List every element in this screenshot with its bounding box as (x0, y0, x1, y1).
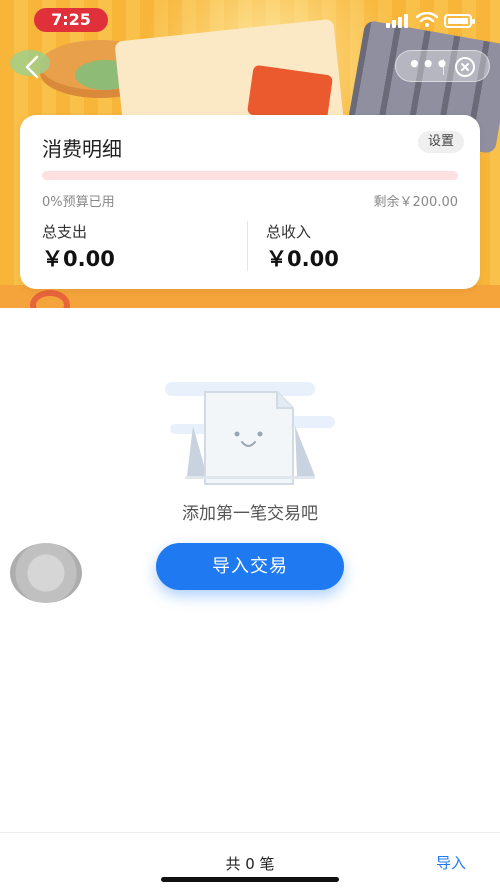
total-income-label: 总收入 (266, 223, 312, 241)
transaction-count: 共 0 笔 (225, 855, 275, 873)
total-expense-value: ￥0.00 (42, 247, 115, 271)
signal-icon (386, 14, 410, 28)
stat-divider (247, 221, 248, 271)
expense-summary-card: 消费明细 设置 0%预算已用 剩余￥200.00 总支出 ￥0.00 总收入 ￥… (20, 115, 480, 289)
assistive-touch-button[interactable] (10, 543, 82, 603)
status-time: 7:25 (34, 8, 108, 32)
budget-remaining-text: 剩余￥200.00 (373, 195, 459, 210)
settings-button[interactable]: 设置 (417, 131, 464, 153)
back-arrow-icon[interactable] (18, 52, 48, 82)
more-icon[interactable]: ••• (408, 51, 448, 81)
screen: 7:25 ••• 消费明细 设置 0%预算已用 剩余￥200.00 总支出 ￥0… (0, 0, 500, 889)
budget-used-text: 0%预算已用 (42, 195, 115, 210)
import-transactions-button[interactable]: 导入交易 (156, 543, 344, 590)
mini-program-capsule: ••• (395, 50, 490, 82)
budget-progress-bar (42, 171, 458, 180)
battery-icon (444, 14, 475, 28)
document-icon (165, 382, 335, 485)
page-title: 消费明细 (42, 137, 122, 161)
status-bar: 7:25 (0, 0, 500, 40)
close-icon[interactable] (454, 56, 476, 78)
total-expense-label: 总支出 (42, 223, 88, 241)
total-income-value: ￥0.00 (266, 247, 339, 271)
empty-state-message: 添加第一笔交易吧 (182, 504, 318, 524)
home-indicator (161, 877, 339, 882)
bottom-import-link[interactable]: 导入 (436, 852, 466, 873)
wifi-icon (416, 12, 438, 27)
